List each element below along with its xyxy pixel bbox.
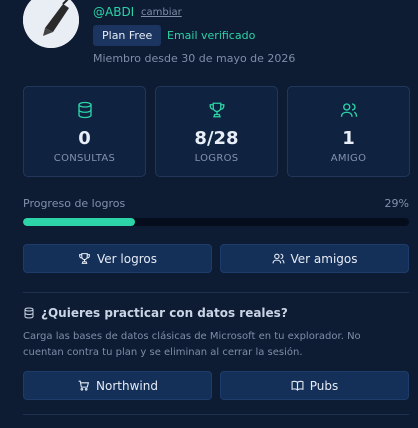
trophy-icon: [79, 253, 90, 264]
stat-label: CONSULTAS: [53, 153, 116, 164]
progress-label: Progreso de logros: [23, 197, 126, 210]
view-achievements-label: Ver logros: [97, 251, 157, 266]
pubs-label: Pubs: [309, 378, 339, 393]
plan-badge: Plan Free: [93, 25, 162, 46]
stat-label: AMIGO: [330, 153, 367, 164]
fountain-pen-avatar-icon: [23, 0, 79, 48]
practice-section-title: ¿Quieres practicar con datos reales?: [23, 306, 288, 320]
section-divider: [23, 414, 409, 415]
users-icon: [272, 253, 284, 264]
northwind-label: Northwind: [96, 378, 158, 393]
stat-card-achievements: 8/28 LOGROS: [155, 86, 278, 177]
trophy-icon: [208, 101, 226, 119]
load-pubs-button[interactable]: Pubs: [220, 371, 409, 400]
section-divider: [23, 292, 409, 293]
book-open-icon: [291, 380, 304, 391]
database-icon: [24, 307, 34, 319]
progress-percent: 29%: [384, 197, 409, 210]
stat-value: 0: [78, 128, 91, 149]
stat-value: 1: [342, 128, 355, 149]
users-icon: [340, 101, 358, 119]
stat-value: 8/28: [194, 128, 239, 149]
change-username-link[interactable]: cambiar: [141, 7, 182, 18]
view-friends-button[interactable]: Ver amigos: [220, 244, 409, 273]
view-achievements-button[interactable]: Ver logros: [23, 244, 212, 273]
practice-title-text: ¿Quieres practicar con datos reales?: [41, 306, 288, 320]
stat-label: LOGROS: [194, 153, 239, 164]
stat-card-queries: 0 CONSULTAS: [23, 86, 146, 177]
view-friends-label: Ver amigos: [290, 251, 358, 266]
email-verified-status: Email verificado: [167, 29, 256, 42]
cart-icon: [78, 380, 90, 391]
progress-fill: [23, 218, 135, 226]
practice-description: Carga las bases de datos clásicas de Mic…: [23, 331, 361, 358]
achievement-progress-bar: [23, 218, 409, 226]
member-since: Miembro desde 30 de mayo de 2026: [93, 52, 296, 65]
database-icon: [76, 101, 94, 119]
stat-card-friends: 1 AMIGO: [287, 86, 410, 177]
load-northwind-button[interactable]: Northwind: [23, 371, 212, 400]
username: @ABDI: [93, 5, 135, 19]
avatar[interactable]: [23, 0, 79, 48]
